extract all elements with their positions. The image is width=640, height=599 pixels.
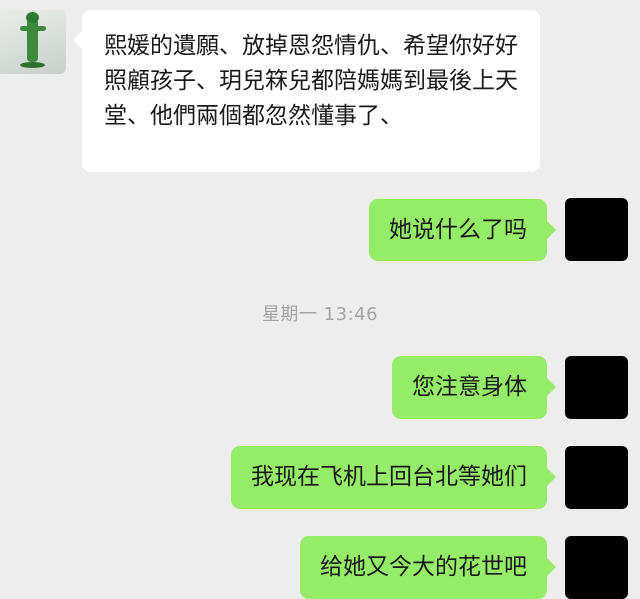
outgoing-message-text: 您注意身体 — [412, 374, 527, 400]
outgoing-message-bubble[interactable]: 我现在飞机上回台北等她们 — [231, 446, 556, 509]
incoming-message-bubble[interactable]: 熙媛的遺願、放掉恩怨情仇、希望你好好照顧孩子、玥兒箖兒都陪媽媽到最後上天堂、他們… — [73, 10, 540, 172]
outgoing-message-text: 给她又今大的花世吧 — [320, 554, 527, 580]
my-avatar[interactable] — [565, 446, 628, 509]
outgoing-message-bubble[interactable]: 她说什么了吗 — [369, 199, 556, 261]
outgoing-message-text: 我现在飞机上回台北等她们 — [251, 464, 527, 490]
message-timestamp: 星期一 13:46 — [261, 304, 379, 325]
outgoing-message-text: 她说什么了吗 — [389, 216, 527, 243]
my-avatar[interactable] — [565, 356, 628, 419]
contact-avatar[interactable] — [0, 10, 66, 74]
outgoing-message-bubble[interactable]: 给她又今大的花世吧 — [300, 536, 556, 599]
outgoing-message-bubble[interactable]: 您注意身体 — [392, 356, 556, 419]
my-avatar[interactable] — [565, 536, 628, 599]
incoming-message-text: 熙媛的遺願、放掉恩怨情仇、希望你好好照顧孩子、玥兒箖兒都陪媽媽到最後上天堂、他們… — [104, 33, 518, 129]
my-avatar[interactable] — [565, 198, 628, 261]
